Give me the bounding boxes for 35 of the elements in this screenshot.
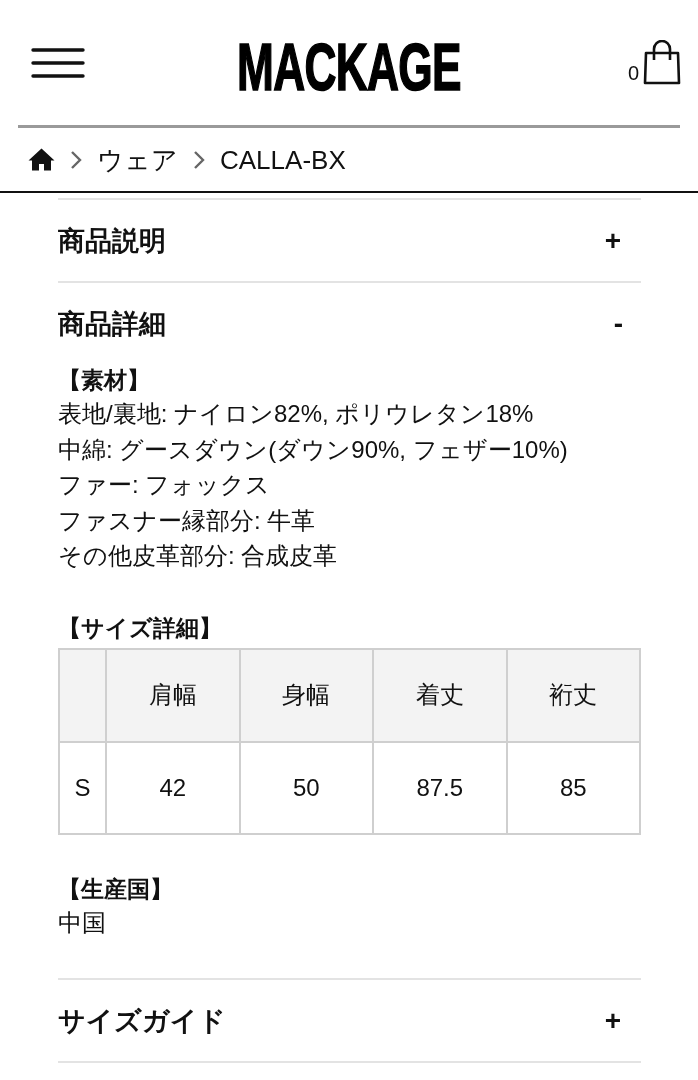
menu-icon: [31, 47, 85, 78]
detail-text: 表地/裏地: ナイロン82%, ポリウレタン18%: [58, 399, 535, 429]
detail-text: ファスナー縁部分: 牛革: [58, 505, 317, 536]
detail-text: 中綿: グースダウン(ダウン90%, フェザー10%): [58, 434, 569, 465]
table-cell: 42: [106, 741, 240, 834]
section-heading: 【サイズ詳細】: [58, 613, 223, 643]
section-title[interactable]: サイズガイド: [58, 1003, 226, 1038]
table-cell: 87.5: [373, 741, 507, 834]
table-cell: 50: [239, 741, 373, 834]
expand-toggle[interactable]: -: [613, 308, 641, 339]
breadcrumb-link[interactable]: ウェア: [97, 143, 178, 176]
section-title[interactable]: 商品詳細: [58, 306, 166, 341]
menu-button[interactable]: [31, 47, 85, 78]
home-icon: [28, 148, 55, 171]
detail-text: 中国: [58, 907, 107, 938]
row-header: S: [59, 741, 106, 834]
chevron-right-icon: [193, 149, 205, 170]
shopping-bag-icon: [643, 40, 681, 85]
section-heading: 【素材】: [58, 366, 151, 395]
brand-logo[interactable]: MACKAGE: [237, 32, 461, 93]
section-title[interactable]: 商品説明: [58, 223, 166, 258]
detail-text: その他皮革部分: 合成皮革: [58, 541, 339, 571]
column-header: 裄丈: [506, 648, 640, 742]
column-header: 身幅: [239, 648, 373, 742]
breadcrumb-link[interactable]: CALLA-BX: [220, 143, 346, 176]
expand-toggle[interactable]: +: [604, 1005, 641, 1036]
table-cell: 85: [506, 741, 640, 834]
cart-button[interactable]: 0: [627, 40, 681, 85]
column-header: 着丈: [373, 648, 507, 742]
expand-toggle[interactable]: +: [604, 225, 641, 256]
detail-text: ファー: フォックス: [58, 470, 272, 500]
home-link[interactable]: [28, 148, 55, 171]
section-heading: 【生産国】: [58, 874, 174, 904]
chevron-right-icon: [70, 149, 82, 170]
column-header: 肩幅: [106, 648, 240, 742]
